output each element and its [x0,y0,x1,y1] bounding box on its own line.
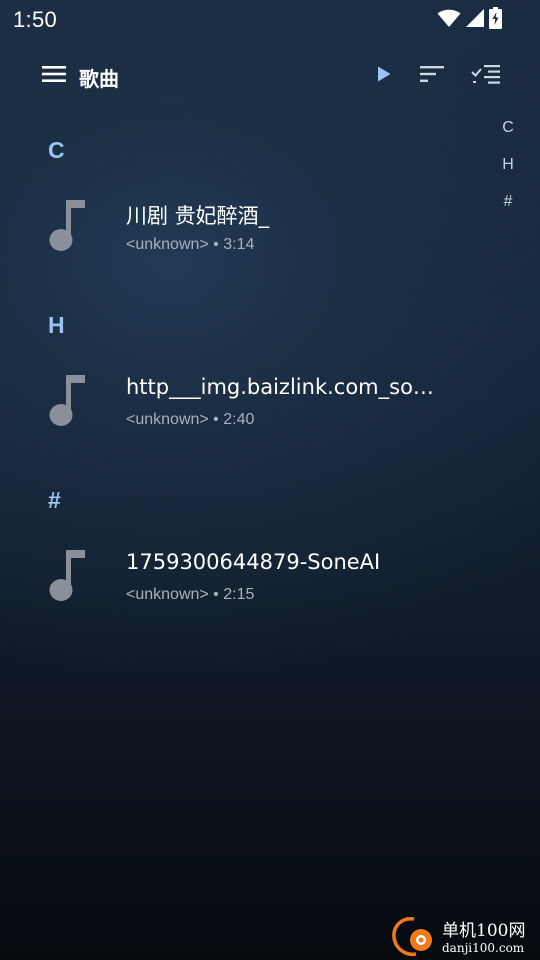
section-c: C 川剧 贵妃醉酒_ <unknown> • 3:14 [0,126,540,301]
section-h: H http___img.baizlink.com_so… <unknown> … [0,301,540,476]
song-item[interactable]: 1759300644879-SoneAI <unknown> • 2:15 [0,536,470,616]
page-title: 歌曲 [79,67,119,91]
menu-icon [42,65,66,88]
song-title: http___img.baizlink.com_so… [126,375,434,399]
song-item[interactable]: 川剧 贵妃醉酒_ <unknown> • 3:14 [0,186,470,266]
status-time: 1:50 [13,7,58,32]
section-hash: # 1759300644879-SoneAI <unknown> • 2:15 [0,476,540,651]
sort-icon [420,65,444,88]
song-subtitle: <unknown> • 2:15 [126,586,255,603]
play-all-button[interactable] [364,58,404,94]
multi-select-button[interactable] [466,58,506,94]
music-note-icon [48,375,88,427]
sort-button[interactable] [412,58,452,94]
watermark-title: 单机100网 [442,921,526,941]
song-item[interactable]: http___img.baizlink.com_so… <unknown> • … [0,361,470,441]
play-icon [377,66,391,87]
song-list: C 川剧 贵妃醉酒_ <unknown> • 3:14 H http___img… [0,126,540,651]
section-header: H [48,312,65,338]
watermark: 单机100网 danji100.com [388,914,538,960]
song-title: 川剧 贵妃醉酒_ [126,204,270,228]
battery-charging-icon [489,7,502,29]
watermark-url: danji100.com [442,941,525,955]
section-header: C [48,137,65,163]
status-bar: 1:50 [0,0,540,38]
wifi-icon [437,8,461,28]
cell-signal-icon [465,8,485,28]
song-subtitle: <unknown> • 2:40 [126,411,255,428]
menu-button[interactable] [34,58,74,94]
music-note-icon [48,200,88,252]
watermark-logo-icon [388,916,434,958]
music-note-icon [48,550,88,602]
toolbar: 歌曲 [0,50,540,102]
multi-select-icon [471,63,501,90]
song-subtitle: <unknown> • 3:14 [126,236,255,253]
status-icons [437,7,502,29]
song-title: 1759300644879-SoneAI [126,550,381,574]
section-header: # [48,487,61,513]
